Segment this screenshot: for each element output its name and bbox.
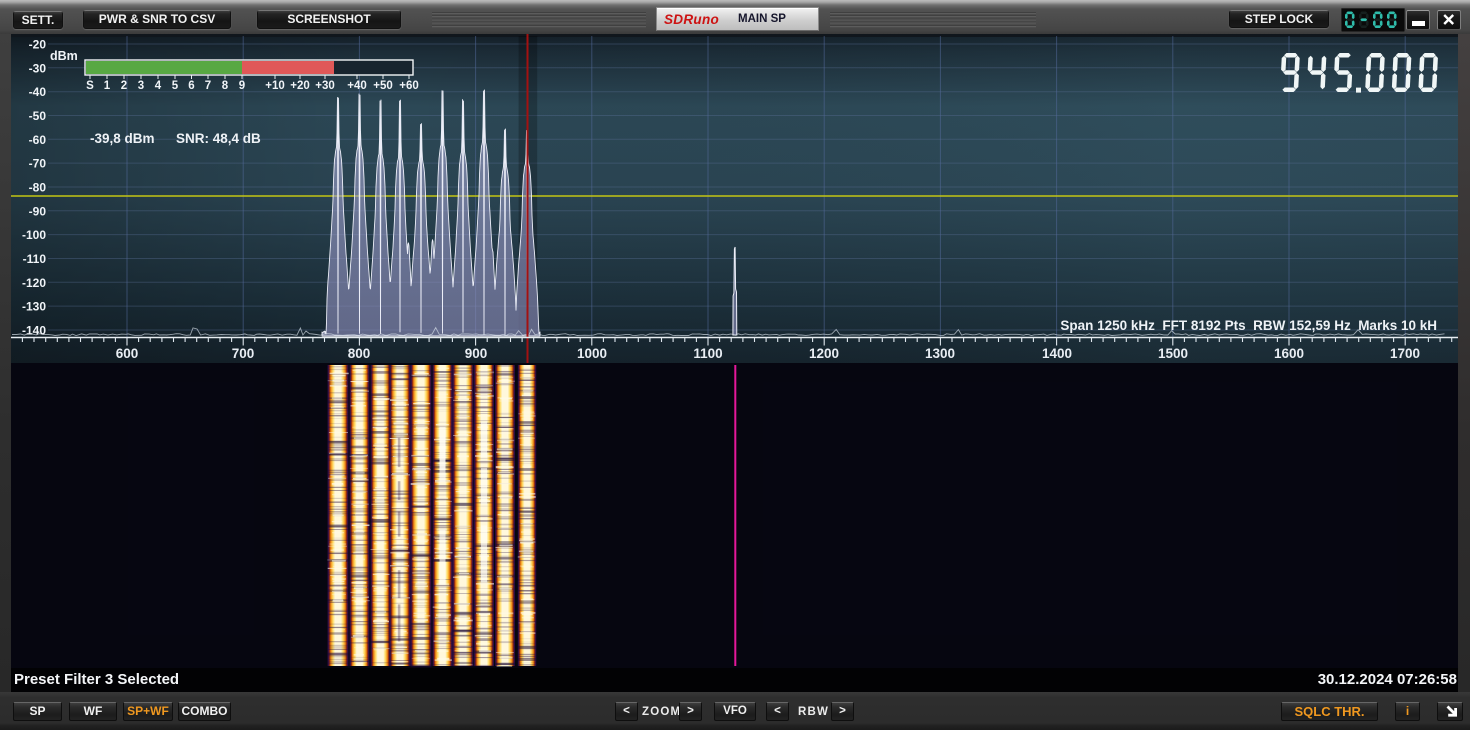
svg-text:-80: -80 [29,181,47,195]
svg-text:-110: -110 [23,252,47,266]
svg-text:5: 5 [172,80,179,92]
svg-text:1300: 1300 [925,346,955,361]
svg-text:+40: +40 [347,80,367,92]
svg-text:4: 4 [155,80,162,92]
svg-text:-70: -70 [29,157,47,171]
svg-text:2: 2 [121,80,127,92]
svg-text:+60: +60 [399,80,419,92]
svg-text:SNR: 48,4 dB: SNR: 48,4 dB [176,131,261,146]
svg-text:700: 700 [232,346,255,361]
svg-text:7: 7 [205,80,211,92]
svg-text:-39,8 dBm: -39,8 dBm [90,131,155,146]
svg-text:-60: -60 [29,133,47,147]
svg-text:-90: -90 [29,204,47,218]
svg-text:9: 9 [239,80,245,92]
svg-text:-100: -100 [22,228,46,242]
svg-text:S: S [86,80,94,92]
svg-text:800: 800 [348,346,371,361]
svg-text:-130: -130 [22,300,46,314]
svg-text:6: 6 [188,80,194,92]
svg-text:dBm: dBm [50,49,78,63]
svg-text:+30: +30 [315,80,335,92]
svg-text:1500: 1500 [1158,346,1188,361]
svg-text:900: 900 [465,346,488,361]
svg-text:1600: 1600 [1274,346,1304,361]
svg-text:3: 3 [138,80,144,92]
svg-text:8: 8 [222,80,229,92]
svg-text:1700: 1700 [1390,346,1420,361]
svg-text:-140: -140 [22,324,46,338]
svg-text:-30: -30 [29,61,47,75]
svg-text:Span 1250 kHz FFT 8192 Pts R: Span 1250 kHz FFT 8192 Pts RBW 152,59 Hz… [1060,318,1437,333]
svg-text:+10: +10 [265,80,285,92]
svg-text:-20: -20 [29,38,47,52]
svg-text:+50: +50 [373,80,393,92]
svg-text:1: 1 [104,80,111,92]
svg-text:1100: 1100 [693,346,722,361]
svg-text:1000: 1000 [577,346,607,361]
svg-text:-40: -40 [29,85,47,99]
svg-text:-50: -50 [29,109,47,123]
svg-text:1200: 1200 [809,346,839,361]
svg-text:+20: +20 [290,80,310,92]
svg-text:1400: 1400 [1042,346,1072,361]
svg-text:600: 600 [116,346,139,361]
svg-text:-120: -120 [22,276,46,290]
